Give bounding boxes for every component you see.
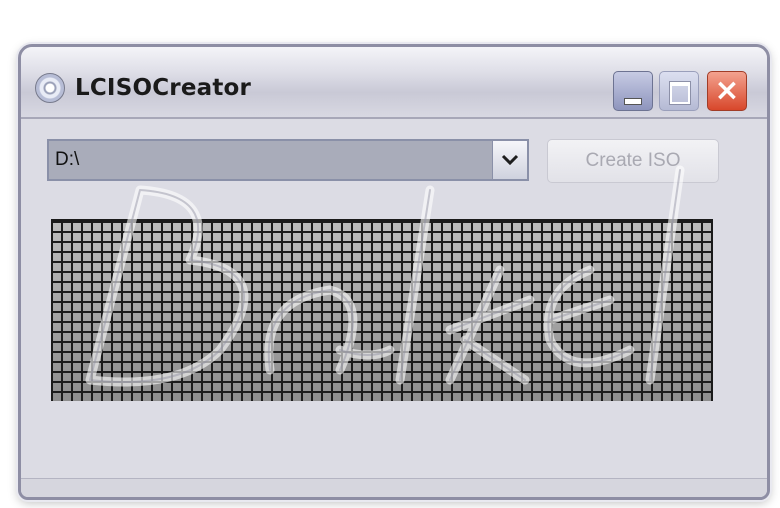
minimize-button[interactable] <box>613 71 653 111</box>
disc-icon <box>35 73 65 103</box>
maximize-button[interactable] <box>659 71 699 111</box>
drive-dropdown-button[interactable] <box>492 141 527 179</box>
title-bar[interactable]: LCISOCreator × <box>21 47 767 119</box>
app-window: LCISOCreator × D:\ Create ISO <box>18 44 770 500</box>
chevron-down-icon <box>501 154 519 166</box>
close-button[interactable]: × <box>707 71 747 111</box>
create-iso-button[interactable]: Create ISO <box>547 139 719 183</box>
close-icon: × <box>714 73 740 108</box>
maximize-icon <box>669 81 691 105</box>
status-bar <box>21 478 767 497</box>
drive-select-value: D:\ <box>55 149 80 170</box>
window-title: LCISOCreator <box>75 75 252 101</box>
minimize-icon <box>624 98 642 105</box>
drive-select[interactable]: D:\ <box>47 139 529 181</box>
progress-grid <box>51 219 713 401</box>
